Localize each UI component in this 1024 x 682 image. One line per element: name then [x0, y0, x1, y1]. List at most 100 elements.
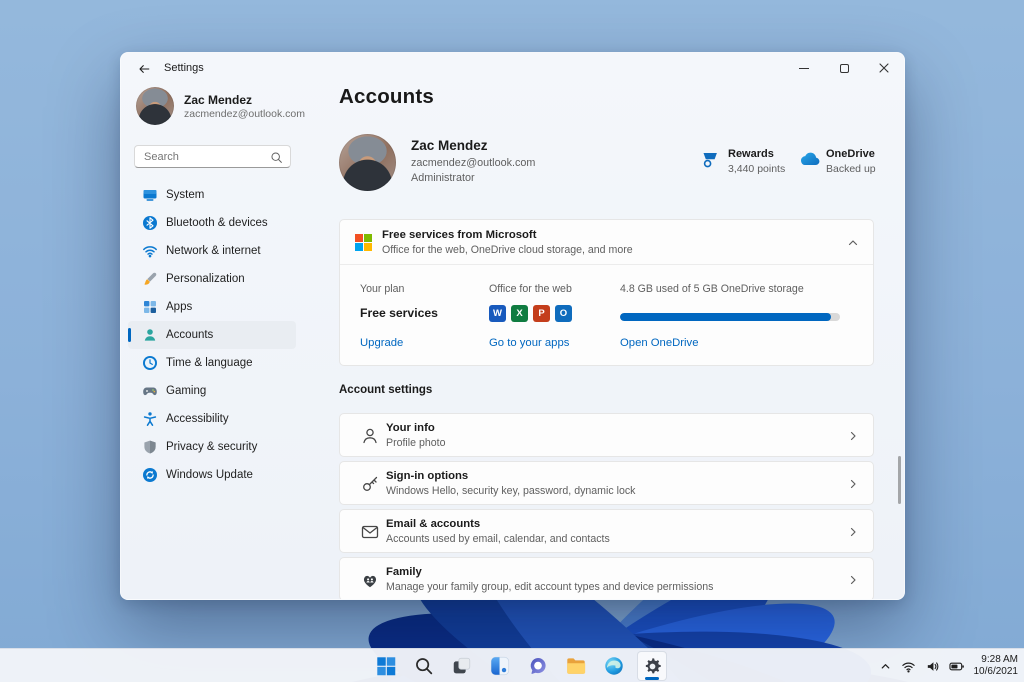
sidebar-item-network-internet[interactable]: Network & internet — [128, 237, 296, 265]
search-box — [134, 145, 291, 168]
onedrive-storage-bar — [620, 313, 840, 321]
back-button[interactable] — [131, 58, 157, 79]
taskbar-search-icon — [416, 658, 433, 675]
chat-icon — [530, 658, 546, 674]
taskbar-icons — [371, 649, 667, 682]
selected-indicator — [128, 328, 131, 342]
time-language-icon — [142, 355, 158, 371]
sidebar-avatar — [136, 87, 174, 125]
email-accounts-row[interactable]: Email & accounts Accounts used by email,… — [339, 509, 874, 553]
open-onedrive-link[interactable]: Open OneDrive — [620, 337, 699, 349]
sidebar-item-accounts[interactable]: Accounts — [128, 321, 296, 349]
file-explorer-button[interactable] — [561, 651, 591, 681]
rewards-icon — [699, 150, 721, 172]
profile-role: Administrator — [411, 172, 475, 184]
wifi-icon[interactable] — [901, 659, 916, 674]
person-icon — [360, 426, 380, 446]
chat-button[interactable] — [523, 651, 553, 681]
chevron-up-icon — [847, 237, 859, 249]
minimize-button[interactable] — [784, 53, 824, 83]
office-label: Office for the web — [489, 283, 572, 295]
free-services-card: Free services from Microsoft Office for … — [339, 219, 874, 366]
privacy-icon — [142, 439, 158, 455]
edge-button[interactable] — [599, 651, 629, 681]
sidebar-item-bluetooth-devices[interactable]: Bluetooth & devices — [128, 209, 296, 237]
microsoft-logo-icon — [355, 234, 372, 251]
onedrive-icon — [797, 150, 821, 167]
file-explorer-icon — [567, 658, 586, 674]
settings-taskbar-button[interactable] — [637, 651, 667, 681]
window-controls — [784, 53, 904, 83]
chevron-right-icon — [847, 526, 859, 538]
window-title: Settings — [164, 62, 204, 74]
back-arrow-icon — [139, 64, 150, 73]
free-services-body: Your plan Free services Upgrade Office f… — [340, 265, 873, 365]
start-button[interactable] — [371, 651, 401, 681]
onedrive-storage-fill — [620, 313, 832, 321]
plan-label: Your plan — [360, 283, 405, 295]
chevron-right-icon — [847, 430, 859, 442]
office-apps: W X P O — [489, 305, 572, 322]
your-info-row[interactable]: Your info Profile photo — [339, 413, 874, 457]
start-icon — [377, 657, 396, 676]
titlebar: Settings — [121, 53, 904, 83]
widgets-button[interactable] — [485, 651, 515, 681]
chevron-up-icon[interactable] — [879, 660, 892, 673]
scrollbar-thumb[interactable] — [898, 456, 901, 504]
accounts-icon — [142, 327, 158, 343]
word-icon: W — [489, 305, 506, 322]
task-view-icon — [453, 657, 471, 674]
active-app-indicator — [645, 677, 659, 680]
taskbar-clock[interactable]: 9:28 AM 10/6/2021 — [974, 654, 1019, 678]
sign-in-options-row[interactable]: Sign-in options Windows Hello, security … — [339, 461, 874, 505]
free-services-expander[interactable]: Free services from Microsoft Office for … — [340, 220, 873, 265]
sidebar-item-personalization[interactable]: Personalization — [128, 265, 296, 293]
family-row[interactable]: Family Manage your family group, edit ac… — [339, 557, 874, 599]
edge-icon — [605, 657, 623, 675]
taskbar-search-button[interactable] — [409, 651, 439, 681]
close-icon — [879, 63, 889, 73]
profile-avatar — [339, 134, 396, 191]
volume-icon[interactable] — [925, 659, 940, 674]
close-button[interactable] — [864, 53, 904, 83]
task-view-button[interactable] — [447, 651, 477, 681]
clock-time: 9:28 AM — [981, 654, 1018, 665]
apps-icon — [142, 299, 158, 315]
sidebar-item-gaming[interactable]: Gaming — [128, 377, 296, 405]
widgets-icon — [490, 656, 510, 676]
mail-icon — [360, 522, 380, 542]
maximize-icon — [839, 63, 849, 73]
powerpoint-icon: P — [533, 305, 550, 322]
sidebar-item-time-language[interactable]: Time & language — [128, 349, 296, 377]
profile-email: zacmendez@outlook.com — [411, 157, 536, 169]
sidebar-user-chip[interactable]: Zac Mendez zacmendez@outlook.com — [136, 87, 305, 125]
go-to-apps-link[interactable]: Go to your apps — [489, 337, 569, 349]
windows-update-icon — [142, 467, 158, 483]
sidebar-item-accessibility[interactable]: Accessibility — [128, 405, 296, 433]
taskbar: 9:28 AM 10/6/2021 — [0, 648, 1024, 682]
sidebar-item-apps[interactable]: Apps — [128, 293, 296, 321]
sidebar-item-windows-update[interactable]: Windows Update — [128, 461, 296, 489]
upgrade-link[interactable]: Upgrade — [360, 337, 403, 349]
sidebar-user-email: zacmendez@outlook.com — [184, 108, 305, 120]
maximize-button[interactable] — [824, 53, 864, 83]
sidebar-item-system[interactable]: System — [128, 181, 296, 209]
system-icon — [142, 187, 158, 203]
search-input[interactable] — [135, 146, 290, 167]
battery-icon[interactable] — [948, 659, 965, 674]
plan-value: Free services — [360, 306, 438, 320]
sidebar-item-privacy-security[interactable]: Privacy & security — [128, 433, 296, 461]
chevron-right-icon — [847, 574, 859, 586]
excel-icon: X — [511, 305, 528, 322]
settings-gear-icon — [645, 657, 661, 673]
sidebar-user-name: Zac Mendez — [184, 93, 253, 107]
bluetooth-icon — [142, 215, 158, 231]
clock-date: 10/6/2021 — [973, 666, 1019, 677]
settings-window: Settings Zac Mendez zacmendez@outlook.co… — [120, 52, 905, 600]
account-settings-header: Account settings — [339, 384, 433, 396]
page-title: Accounts — [339, 85, 435, 108]
outlook-icon: O — [555, 305, 572, 322]
search-icon — [271, 152, 282, 163]
chevron-right-icon — [847, 478, 859, 490]
accessibility-icon — [142, 411, 158, 427]
